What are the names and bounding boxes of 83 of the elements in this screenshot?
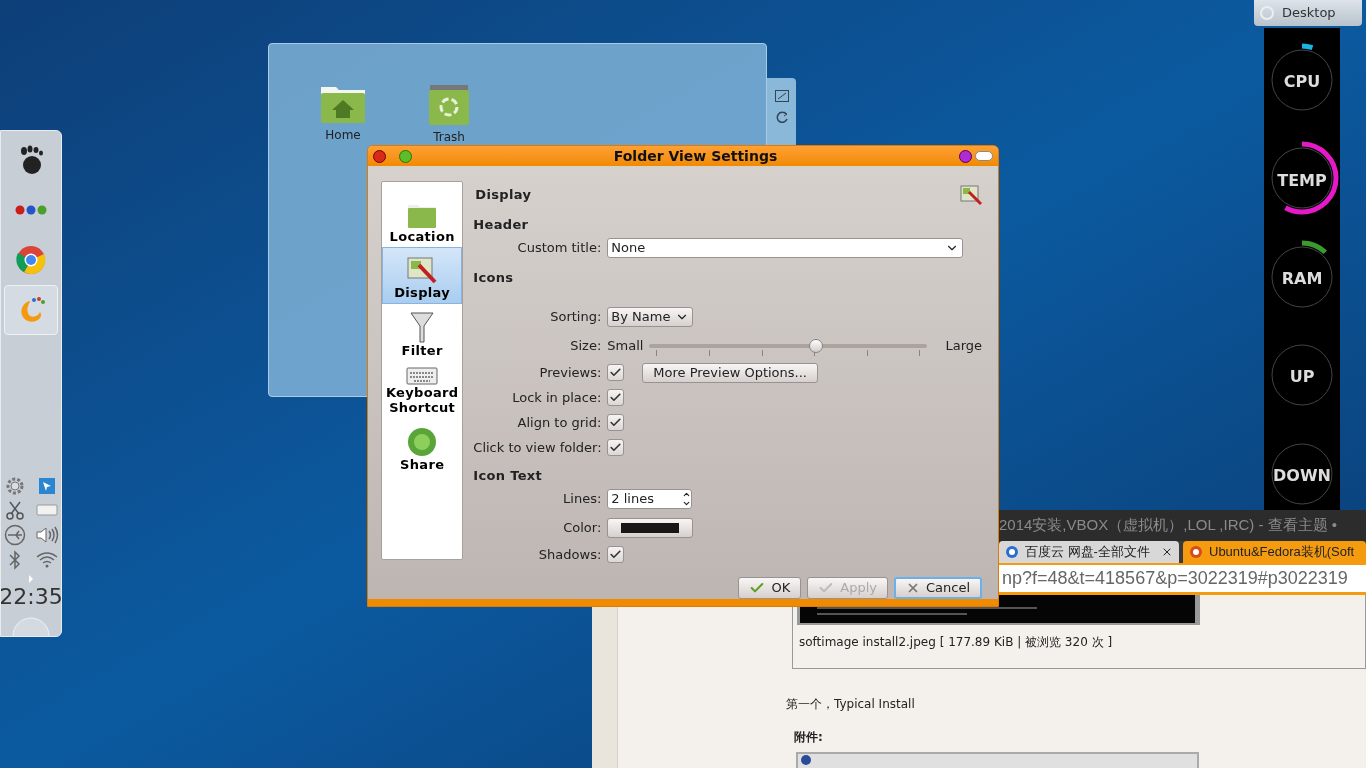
browser-tab[interactable]: 百度云 网盘-全部文件: [999, 541, 1179, 563]
footprint-icon: [18, 145, 44, 175]
color-button[interactable]: [607, 517, 694, 538]
usb-icon[interactable]: [4, 524, 26, 546]
gauge-label: TEMP: [1277, 169, 1327, 192]
speaker-icon[interactable]: [35, 525, 59, 545]
wifi-icon[interactable]: [36, 551, 58, 569]
field-label: Color:: [562, 518, 602, 537]
spin-box[interactable]: 2 lines: [607, 488, 693, 509]
slider-min-label: Small: [607, 336, 644, 355]
bluetooth-icon[interactable]: [7, 550, 23, 570]
checkbox[interactable]: [607, 414, 625, 431]
check-icon: [609, 416, 623, 429]
page-list-item[interactable]: Display: [382, 247, 463, 304]
field-label: Sorting:: [549, 307, 602, 326]
checkbox[interactable]: [607, 389, 625, 406]
tab-icon: [1189, 545, 1203, 559]
close-icon[interactable]: [1161, 546, 1173, 558]
globe-icon: [407, 427, 438, 457]
recycle-bin-icon: [428, 84, 470, 126]
page-list-item[interactable]: Share: [382, 418, 463, 475]
browser-tab[interactable]: Ubuntu&Fedora装机(Soft: [1183, 541, 1366, 563]
attachment-caption: softimage install2.jpeg [ 177.89 KiB | 被浏览 320 次 ]: [799, 634, 1114, 651]
desktop-item[interactable]: Trash: [421, 84, 477, 146]
keyboard-icon: [406, 367, 439, 385]
dialog-button[interactable]: Cancel: [893, 577, 982, 599]
field-label: Align to grid:: [516, 413, 602, 432]
maximize-window-icon[interactable]: [399, 149, 412, 163]
cursor-icon[interactable]: [37, 476, 57, 496]
clock: 22:35: [1, 586, 61, 608]
field-label: Lock in place:: [511, 388, 602, 407]
page-list-item[interactable]: Filter: [382, 304, 463, 361]
preview-options-button[interactable]: More Preview Options...: [642, 362, 818, 383]
desktop-item[interactable]: Home: [315, 84, 371, 144]
field-label: Size:: [569, 336, 602, 355]
gauge-label: CPU: [1283, 71, 1321, 94]
logo-icon: [1260, 6, 1274, 20]
desktop-button[interactable]: Desktop: [1254, 0, 1362, 26]
browser-icon: [16, 245, 46, 275]
check-icon: [609, 548, 623, 561]
home-folder-icon: [320, 84, 366, 124]
window-title: Folder View Settings: [612, 146, 779, 166]
combo-box[interactable]: By Name: [607, 306, 694, 327]
slider-max-label: Large: [945, 336, 982, 355]
folder-icon: [407, 203, 438, 229]
section-heading: Icons: [473, 269, 515, 286]
section-heading: Icon Text: [473, 467, 544, 484]
scissors-icon[interactable]: [5, 500, 25, 520]
checkbox[interactable]: [607, 546, 625, 563]
gauge-label: RAM: [1281, 268, 1323, 290]
dialog-button[interactable]: OK: [738, 577, 802, 599]
page-heading: Display: [475, 186, 532, 205]
slider-thumb[interactable]: [809, 338, 824, 353]
page-list-item[interactable]: Location: [382, 190, 463, 247]
field-label: Lines:: [562, 489, 602, 508]
window-title: 2014安装,VBOX（虚拟机）,LOL ,IRC) - 查看主题 •: [999, 515, 1338, 536]
paragraph: 第一个，Typical Install: [786, 696, 916, 713]
funnel-icon: [410, 311, 435, 343]
dots-icon: [15, 205, 47, 215]
resize-icon[interactable]: [774, 90, 789, 102]
gauge-label: UP: [1289, 366, 1315, 389]
attachments-heading: 附件:: [794, 729, 824, 746]
minimize-window-icon[interactable]: [975, 151, 993, 161]
section-heading: Header: [473, 216, 530, 233]
rotate-icon[interactable]: [774, 110, 789, 124]
checkbox[interactable]: [607, 439, 625, 456]
paintbrush-icon: [407, 255, 438, 285]
combo-box[interactable]: None: [607, 237, 964, 258]
paintbrush-icon: [960, 184, 982, 206]
field-label: Shadows:: [537, 545, 602, 564]
field-label: Click to view folder:: [473, 438, 602, 457]
check-icon: [609, 441, 623, 454]
field-label: Custom title:: [516, 238, 602, 257]
shade-window-icon[interactable]: [959, 149, 972, 163]
page-list-item[interactable]: Keyboard Shortcut: [382, 361, 463, 418]
gear-icon[interactable]: [5, 476, 25, 496]
check-icon: [609, 391, 623, 404]
tab-icon: [1005, 545, 1019, 559]
field-label: Previews:: [538, 363, 602, 382]
checkbox[interactable]: [607, 364, 625, 381]
check-icon: [609, 366, 623, 379]
close-window-icon[interactable]: [373, 149, 386, 163]
gauge-label: DOWN: [1273, 464, 1331, 487]
